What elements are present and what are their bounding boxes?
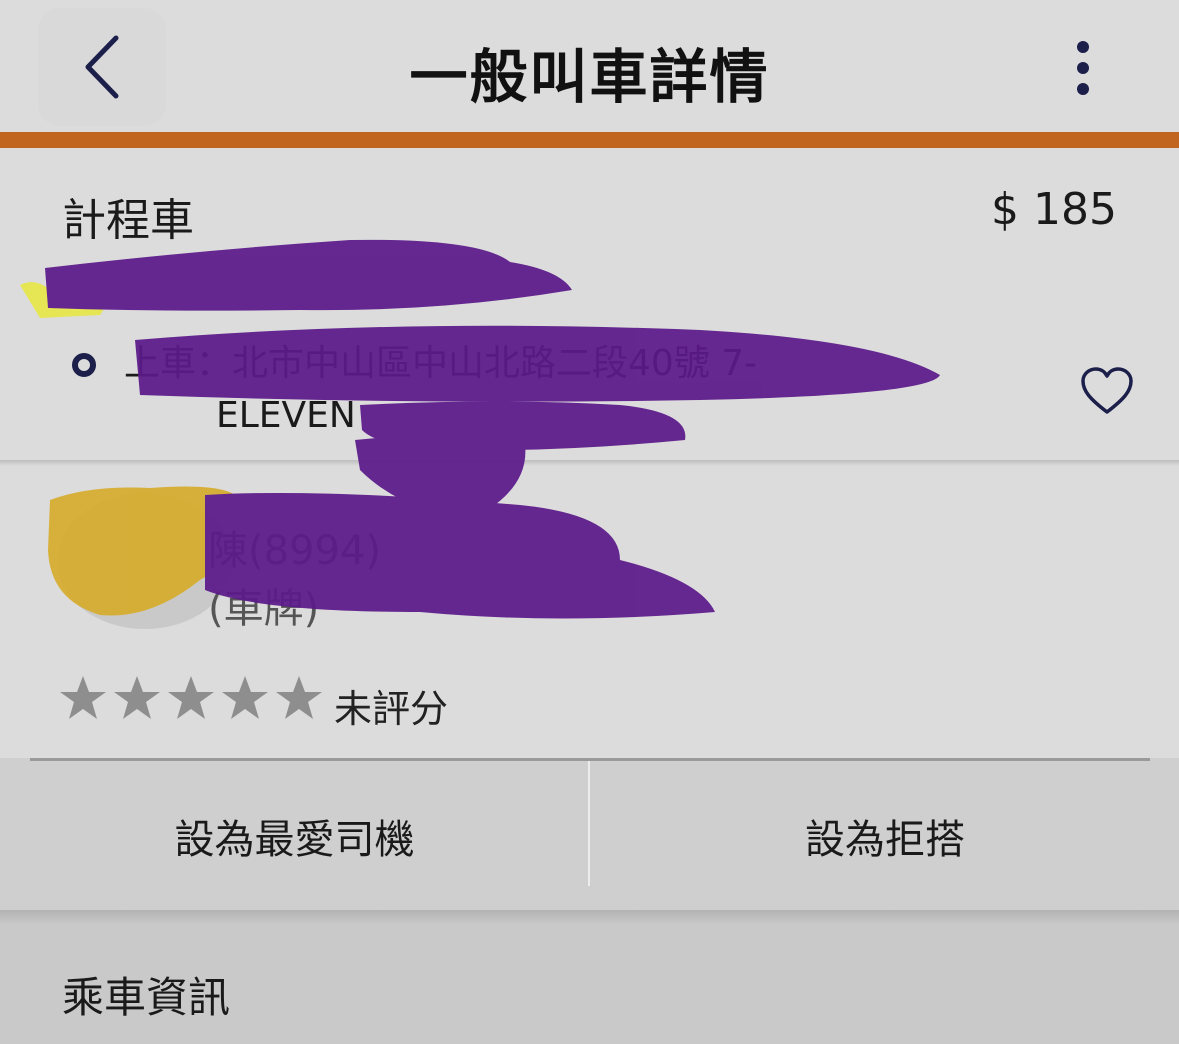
ride-detail-screen: 一般叫車詳情 計程車 $ 185 上車：北市中山區中山北路二段40號 7- EL… <box>0 0 1179 1044</box>
star-icon <box>60 676 106 719</box>
driver-name: 陳(8994) <box>208 528 382 574</box>
ride-info-section[interactable]: 乘車資訊 <box>0 910 1179 1044</box>
page-title: 一般叫車詳情 <box>409 43 770 111</box>
star-icon <box>222 676 268 719</box>
ride-info-title: 乘車資訊 <box>62 973 231 1022</box>
header-accent-bar <box>0 132 1179 148</box>
more-options-button[interactable] <box>1052 30 1114 106</box>
block-driver-button[interactable]: 設為拒搭 <box>591 761 1179 910</box>
pickup-address-line2: ELEVEN <box>216 395 356 436</box>
set-favorite-driver-button[interactable]: 設為最愛司機 <box>0 761 589 910</box>
trip-summary-card: 計程車 $ 185 上車：北市中山區中山北路二段40號 7- ELEVEN <box>0 148 1179 460</box>
vehicle-type: 計程車 <box>62 195 194 246</box>
star-icon <box>276 676 322 719</box>
rating-status: 未評分 <box>334 687 449 731</box>
app-header: 一般叫車詳情 <box>0 0 1179 132</box>
heart-outline-icon <box>1081 367 1133 414</box>
star-icon <box>114 676 160 719</box>
pickup-dot-icon <box>72 353 96 377</box>
favorite-address-button[interactable] <box>1080 366 1134 416</box>
more-vertical-icon <box>1077 41 1089 95</box>
driver-car-info: (車牌) <box>208 586 320 632</box>
driver-actions: 設為最愛司機 設為拒搭 <box>0 758 1179 910</box>
star-icon <box>168 676 214 719</box>
actions-separator <box>588 761 590 886</box>
pickup-address-line1: 上車：北市中山區中山北路二段40號 7- <box>124 343 758 384</box>
driver-rating-stars[interactable] <box>58 674 324 722</box>
ride-info-shadow <box>0 910 1179 924</box>
fare-price: $ 185 <box>991 184 1117 235</box>
pickup-address: 上車：北市中山區中山北路二段40號 7- ELEVEN <box>124 338 954 442</box>
driver-section: 陳(8994) (車牌) 未評分 <box>0 466 1179 758</box>
